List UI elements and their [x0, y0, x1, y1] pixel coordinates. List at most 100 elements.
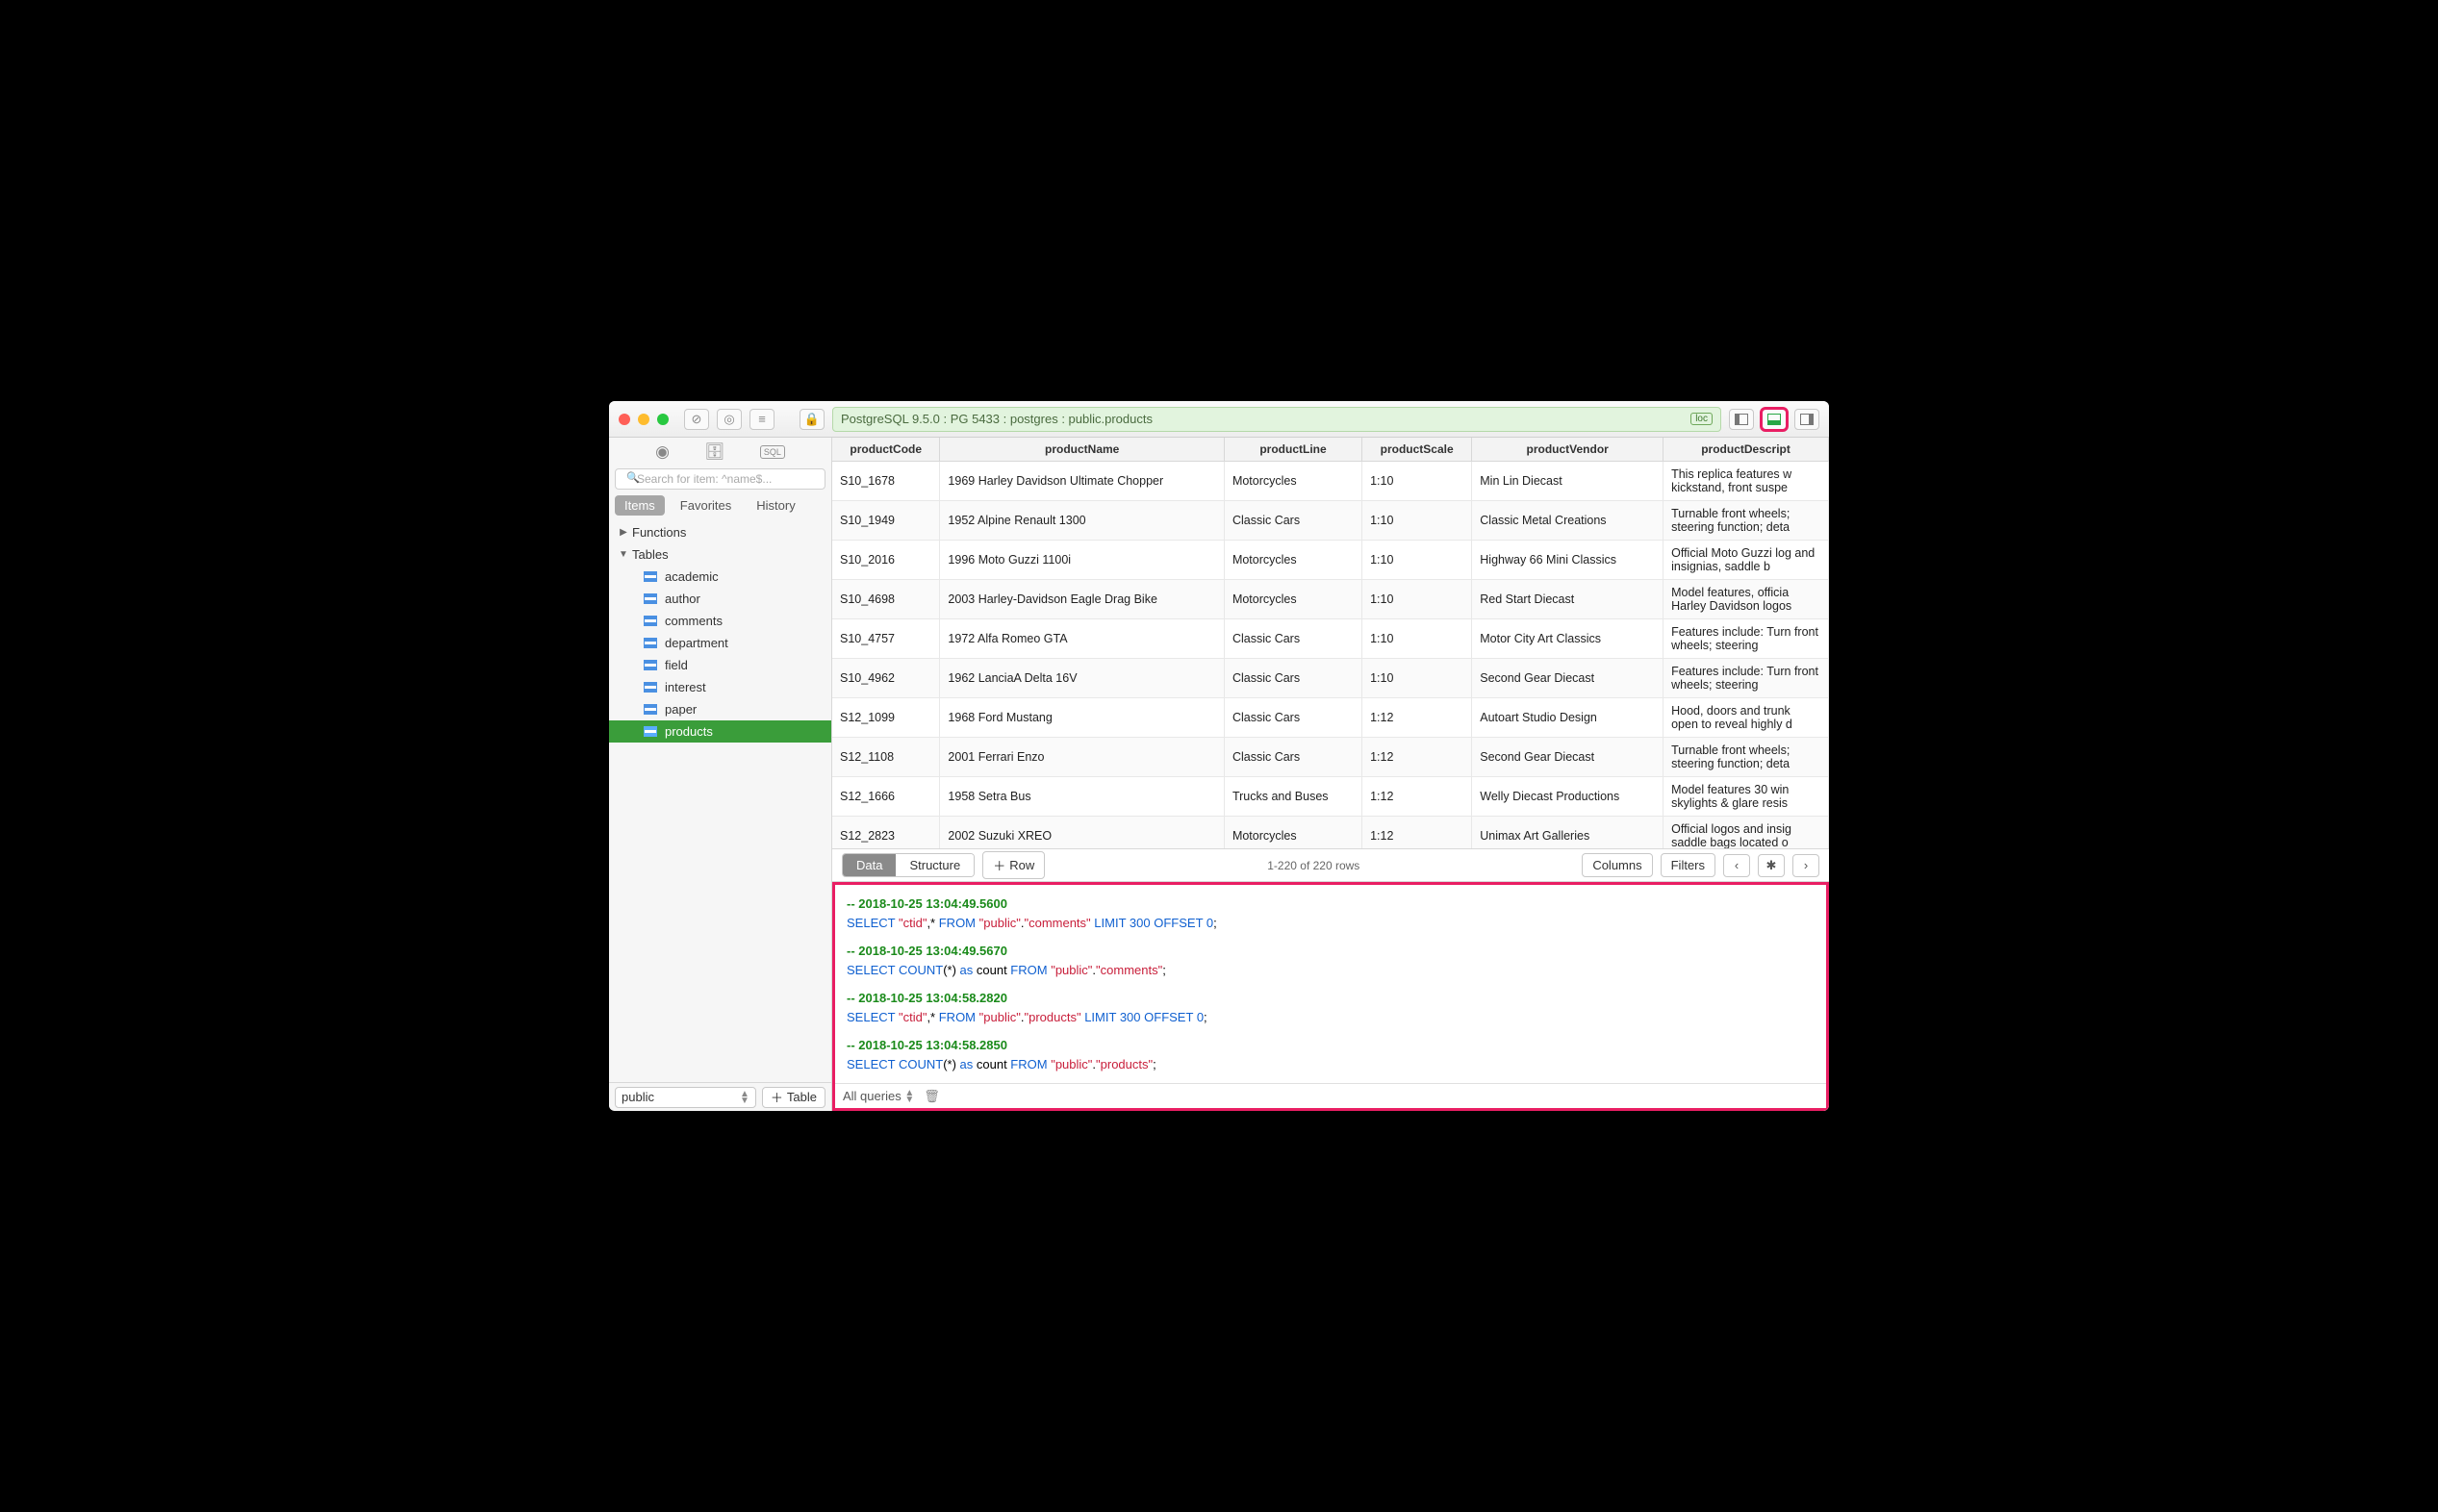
cell[interactable]: Welly Diecast Productions: [1472, 777, 1663, 817]
cell[interactable]: S10_1678: [832, 462, 940, 501]
next-page-button[interactable]: ›: [1792, 854, 1819, 877]
table-row[interactable]: S10_47571972 Alfa Romeo GTAClassic Cars1…: [832, 619, 1829, 659]
tab-items[interactable]: Items: [615, 495, 665, 516]
bottom-panel-toggle[interactable]: [1762, 409, 1787, 430]
cell[interactable]: S12_2823: [832, 817, 940, 850]
cell[interactable]: Autoart Studio Design: [1472, 698, 1663, 738]
schema-selector[interactable]: public ▲▼: [615, 1087, 756, 1108]
cell[interactable]: 1:12: [1362, 698, 1472, 738]
filters-button[interactable]: Filters: [1661, 853, 1715, 877]
cell[interactable]: Official logos and insig saddle bags loc…: [1663, 817, 1829, 850]
cell[interactable]: 2001 Ferrari Enzo: [940, 738, 1225, 777]
lock-icon[interactable]: 🔒: [800, 409, 825, 430]
trash-icon[interactable]: 🗑: [924, 1089, 940, 1104]
cell[interactable]: Motorcycles: [1224, 817, 1361, 850]
connection-bar[interactable]: PostgreSQL 9.5.0 : PG 5433 : postgres : …: [832, 407, 1721, 432]
cell[interactable]: Min Lin Diecast: [1472, 462, 1663, 501]
settings-lines-icon[interactable]: ≡: [749, 409, 775, 430]
tab-favorites[interactable]: Favorites: [671, 495, 741, 516]
tree-group-tables[interactable]: ▼Tables: [609, 543, 831, 566]
sidebar-item-department[interactable]: department: [609, 632, 831, 654]
cell[interactable]: 1996 Moto Guzzi 1100i: [940, 541, 1225, 580]
plug-icon[interactable]: ◉: [655, 442, 670, 462]
cell[interactable]: 1:10: [1362, 659, 1472, 698]
cell[interactable]: 1:10: [1362, 619, 1472, 659]
cell[interactable]: S12_1108: [832, 738, 940, 777]
cell[interactable]: Turnable front wheels; steering function…: [1663, 738, 1829, 777]
close-window-button[interactable]: [619, 414, 630, 425]
cell[interactable]: S12_1099: [832, 698, 940, 738]
cell[interactable]: Features include: Turn front wheels; ste…: [1663, 619, 1829, 659]
cell[interactable]: Classic Cars: [1224, 698, 1361, 738]
table-row[interactable]: S12_28232002 Suzuki XREOMotorcycles1:12U…: [832, 817, 1829, 850]
structure-tab[interactable]: Structure: [896, 854, 974, 876]
table-row[interactable]: S12_10991968 Ford MustangClassic Cars1:1…: [832, 698, 1829, 738]
sidebar-item-field[interactable]: field: [609, 654, 831, 676]
cancel-icon[interactable]: ⊘: [684, 409, 709, 430]
table-row[interactable]: S10_16781969 Harley Davidson Ultimate Ch…: [832, 462, 1829, 501]
columns-button[interactable]: Columns: [1582, 853, 1652, 877]
sidebar-item-comments[interactable]: comments: [609, 610, 831, 632]
cell[interactable]: 2003 Harley-Davidson Eagle Drag Bike: [940, 580, 1225, 619]
cell[interactable]: 1:10: [1362, 580, 1472, 619]
tree-group-functions[interactable]: ▶Functions: [609, 521, 831, 543]
cell[interactable]: 1952 Alpine Renault 1300: [940, 501, 1225, 541]
cell[interactable]: Trucks and Buses: [1224, 777, 1361, 817]
table-row[interactable]: S10_49621962 LanciaA Delta 16VClassic Ca…: [832, 659, 1829, 698]
column-header[interactable]: productName: [940, 438, 1225, 462]
cell[interactable]: 1:10: [1362, 501, 1472, 541]
right-panel-toggle[interactable]: [1794, 409, 1819, 430]
cell[interactable]: This replica features w kickstand, front…: [1663, 462, 1829, 501]
cell[interactable]: Motorcycles: [1224, 541, 1361, 580]
cell[interactable]: S10_4962: [832, 659, 940, 698]
table-row[interactable]: S12_11082001 Ferrari EnzoClassic Cars1:1…: [832, 738, 1829, 777]
cell[interactable]: Second Gear Diecast: [1472, 659, 1663, 698]
cell[interactable]: 1972 Alfa Romeo GTA: [940, 619, 1225, 659]
cell[interactable]: 1:10: [1362, 541, 1472, 580]
cell[interactable]: Classic Cars: [1224, 659, 1361, 698]
data-grid[interactable]: productCodeproductNameproductLineproduct…: [832, 438, 1829, 849]
column-header[interactable]: productLine: [1224, 438, 1361, 462]
search-input[interactable]: [615, 468, 825, 490]
cell[interactable]: S10_1949: [832, 501, 940, 541]
data-tab[interactable]: Data: [843, 854, 896, 876]
cell[interactable]: Model features 30 win skylights & glare …: [1663, 777, 1829, 817]
column-header[interactable]: productVendor: [1472, 438, 1663, 462]
table-row[interactable]: S10_20161996 Moto Guzzi 1100iMotorcycles…: [832, 541, 1829, 580]
cell[interactable]: Motorcycles: [1224, 462, 1361, 501]
column-header[interactable]: productDescript: [1663, 438, 1829, 462]
gear-icon[interactable]: ✱: [1758, 854, 1785, 877]
cell[interactable]: 1962 LanciaA Delta 16V: [940, 659, 1225, 698]
cell[interactable]: 1969 Harley Davidson Ultimate Chopper: [940, 462, 1225, 501]
cell[interactable]: Classic Cars: [1224, 501, 1361, 541]
table-row[interactable]: S12_16661958 Setra BusTrucks and Buses1:…: [832, 777, 1829, 817]
sidebar-item-academic[interactable]: academic: [609, 566, 831, 588]
cell[interactable]: Red Start Diecast: [1472, 580, 1663, 619]
tab-history[interactable]: History: [747, 495, 804, 516]
cell[interactable]: S10_4757: [832, 619, 940, 659]
cell[interactable]: Features include: Turn front wheels; ste…: [1663, 659, 1829, 698]
cell[interactable]: S10_4698: [832, 580, 940, 619]
console-output[interactable]: -- 2018-10-25 13:04:49.5600SELECT "ctid"…: [835, 885, 1826, 1083]
sql-icon[interactable]: SQL: [760, 445, 785, 459]
column-header[interactable]: productScale: [1362, 438, 1472, 462]
cell[interactable]: 1958 Setra Bus: [940, 777, 1225, 817]
query-filter-select[interactable]: All queries ▲▼: [843, 1089, 914, 1104]
cell[interactable]: Highway 66 Mini Classics: [1472, 541, 1663, 580]
cell[interactable]: Classic Cars: [1224, 619, 1361, 659]
cell[interactable]: 1:10: [1362, 462, 1472, 501]
sidebar-item-products[interactable]: products: [609, 720, 831, 743]
cell[interactable]: 1968 Ford Mustang: [940, 698, 1225, 738]
cell[interactable]: Classic Cars: [1224, 738, 1361, 777]
sidebar-item-paper[interactable]: paper: [609, 698, 831, 720]
cell[interactable]: Turnable front wheels; steering function…: [1663, 501, 1829, 541]
table-row[interactable]: S10_19491952 Alpine Renault 1300Classic …: [832, 501, 1829, 541]
cell[interactable]: S10_2016: [832, 541, 940, 580]
cell[interactable]: Motor City Art Classics: [1472, 619, 1663, 659]
table-row[interactable]: S10_46982003 Harley-Davidson Eagle Drag …: [832, 580, 1829, 619]
cell[interactable]: 2002 Suzuki XREO: [940, 817, 1225, 850]
add-table-button[interactable]: ＋Table: [762, 1087, 825, 1108]
database-icon[interactable]: 🗄: [704, 442, 725, 462]
sidebar-item-author[interactable]: author: [609, 588, 831, 610]
cell[interactable]: 1:12: [1362, 738, 1472, 777]
